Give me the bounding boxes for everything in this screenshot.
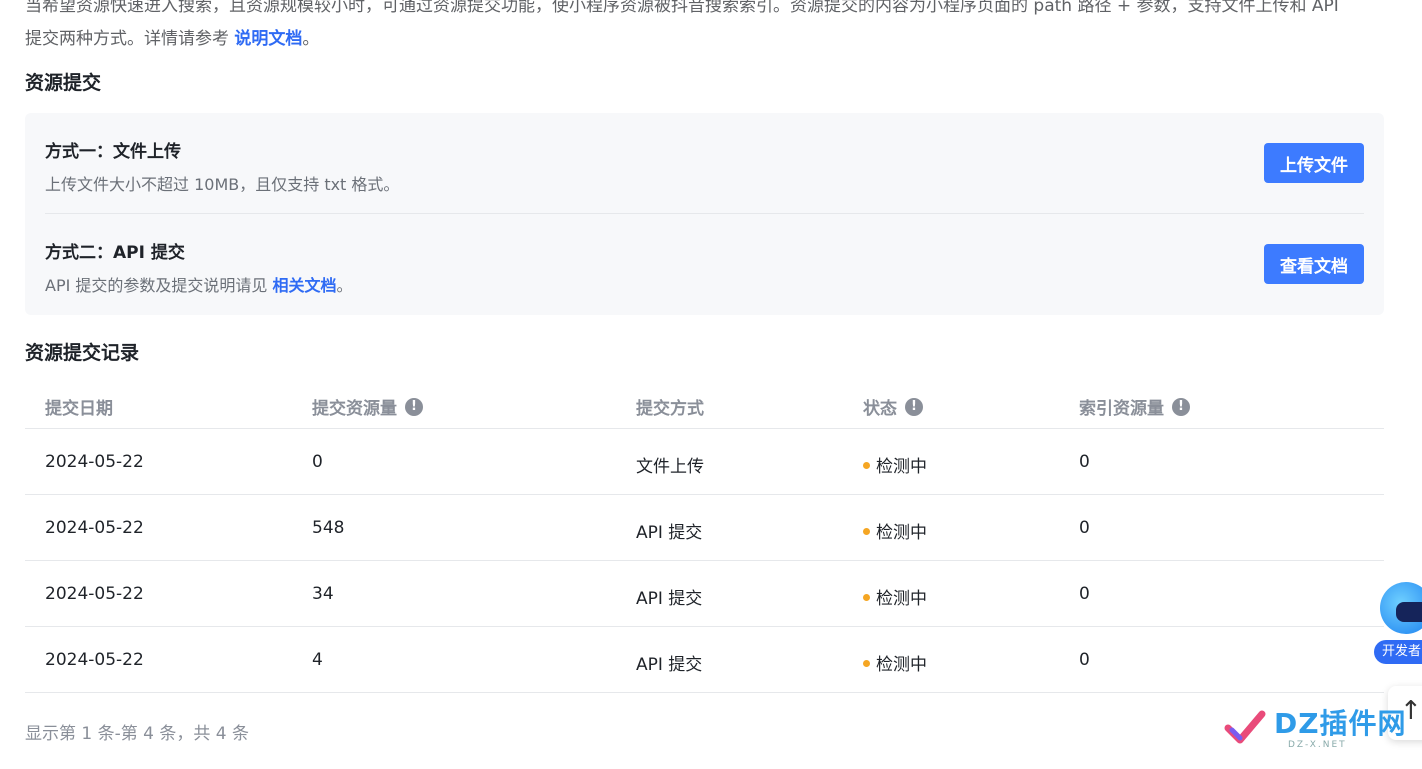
cell-indexed: 0 <box>1079 518 1090 538</box>
pagination-summary: 显示第 1 条-第 4 条，共 4 条 <box>25 724 250 744</box>
cell-method: 文件上传 <box>636 457 704 477</box>
intro-line-2: 提交两种方式。详情请参考 说明文档。 <box>25 23 1385 56</box>
method1-desc: 上传文件大小不超过 10MB，且仅支持 txt 格式。 <box>45 175 400 194</box>
records-table: 提交日期 提交资源量! 提交方式 状态! 索引资源量! 2024-05-22 0… <box>25 380 1384 693</box>
method-file-upload: 方式一：文件上传 上传文件大小不超过 10MB，且仅支持 txt 格式。 上传文… <box>45 113 1364 213</box>
checkmark-logo-icon <box>1224 710 1266 744</box>
status-dot-icon <box>863 461 870 469</box>
cell-date: 2024-05-22 <box>45 518 144 538</box>
view-docs-button[interactable]: 查看文档 <box>1264 244 1364 284</box>
header-count-label: 提交资源量 <box>312 399 397 419</box>
table-header: 提交日期 提交资源量! 提交方式 状态! 索引资源量! <box>25 380 1384 429</box>
header-method: 提交方式 <box>636 394 704 419</box>
watermark: DZ插件网 DZ-X.NET <box>1222 700 1407 762</box>
cell-count: 4 <box>312 650 323 670</box>
intro-line-2-suffix: 。 <box>302 29 320 49</box>
cell-status: 检测中 <box>863 452 927 477</box>
header-indexed-label: 索引资源量 <box>1079 399 1164 419</box>
cell-indexed: 0 <box>1079 452 1090 472</box>
intro-line-2-prefix: 提交两种方式。详情请参考 <box>25 29 235 49</box>
cell-status: 检测中 <box>863 518 927 543</box>
cell-method: API 提交 <box>636 589 703 609</box>
cell-date: 2024-05-22 <box>45 452 144 472</box>
header-date-label: 提交日期 <box>45 399 113 419</box>
cell-status: 检测中 <box>863 650 927 675</box>
status-text: 检测中 <box>876 523 927 543</box>
upload-file-button[interactable]: 上传文件 <box>1264 143 1364 183</box>
records-section-title: 资源提交记录 <box>25 342 140 364</box>
info-icon[interactable]: ! <box>905 397 923 416</box>
status-dot-icon <box>863 527 870 535</box>
method2-desc: API 提交的参数及提交说明请见 相关文档。 <box>45 272 353 296</box>
cell-date: 2024-05-22 <box>45 584 144 604</box>
method1-title: 方式一：文件上传 <box>45 142 181 162</box>
status-text: 检测中 <box>876 457 927 477</box>
cell-method: API 提交 <box>636 655 703 675</box>
related-docs-link[interactable]: 相关文档 <box>273 276 337 295</box>
watermark-sub: DZ-X.NET <box>1288 740 1347 750</box>
robot-face <box>1396 602 1422 622</box>
assistant-label: 开发者 <box>1374 640 1422 664</box>
header-date: 提交日期 <box>45 394 113 419</box>
cell-indexed: 0 <box>1079 584 1090 604</box>
cell-indexed: 0 <box>1079 650 1090 670</box>
table-row: 2024-05-22 4 API 提交 检测中 0 <box>25 627 1384 693</box>
header-count: 提交资源量! <box>312 394 423 419</box>
header-method-label: 提交方式 <box>636 399 704 419</box>
cell-date: 2024-05-22 <box>45 650 144 670</box>
cell-status: 检测中 <box>863 584 927 609</box>
info-icon[interactable]: ! <box>1172 397 1190 416</box>
developer-assistant-button[interactable]: 开发者 <box>1374 578 1422 668</box>
cell-method: API 提交 <box>636 523 703 543</box>
robot-icon <box>1380 582 1422 634</box>
cell-count: 34 <box>312 584 334 604</box>
header-status-label: 状态 <box>863 399 897 419</box>
header-status: 状态! <box>863 394 923 419</box>
submit-methods-panel: 方式一：文件上传 上传文件大小不超过 10MB，且仅支持 txt 格式。 上传文… <box>25 113 1384 315</box>
info-icon[interactable]: ! <box>405 397 423 416</box>
cell-count: 0 <box>312 452 323 472</box>
header-indexed: 索引资源量! <box>1079 394 1190 419</box>
status-dot-icon <box>863 593 870 601</box>
watermark-text: DZ插件网 <box>1274 707 1407 740</box>
method2-title: 方式二：API 提交 <box>45 243 185 263</box>
table-row: 2024-05-22 0 文件上传 检测中 0 <box>25 429 1384 495</box>
method2-desc-prefix: API 提交的参数及提交说明请见 <box>45 276 273 295</box>
status-text: 检测中 <box>876 589 927 609</box>
intro-text: 当希望资源快速进入搜索，且资源规模较小时，可通过资源提交功能，使小程序资源被抖音… <box>25 0 1385 56</box>
docs-link[interactable]: 说明文档 <box>234 29 302 49</box>
status-dot-icon <box>863 659 870 667</box>
submit-section-title: 资源提交 <box>25 72 102 94</box>
method2-desc-suffix: 。 <box>336 276 353 295</box>
method-api: 方式二：API 提交 API 提交的参数及提交说明请见 相关文档。 查看文档 <box>45 214 1364 314</box>
table-row: 2024-05-22 548 API 提交 检测中 0 <box>25 495 1384 561</box>
table-row: 2024-05-22 34 API 提交 检测中 0 <box>25 561 1384 627</box>
intro-line-1: 当希望资源快速进入搜索，且资源规模较小时，可通过资源提交功能，使小程序资源被抖音… <box>25 0 1339 16</box>
cell-count: 548 <box>312 518 345 538</box>
status-text: 检测中 <box>876 655 927 675</box>
